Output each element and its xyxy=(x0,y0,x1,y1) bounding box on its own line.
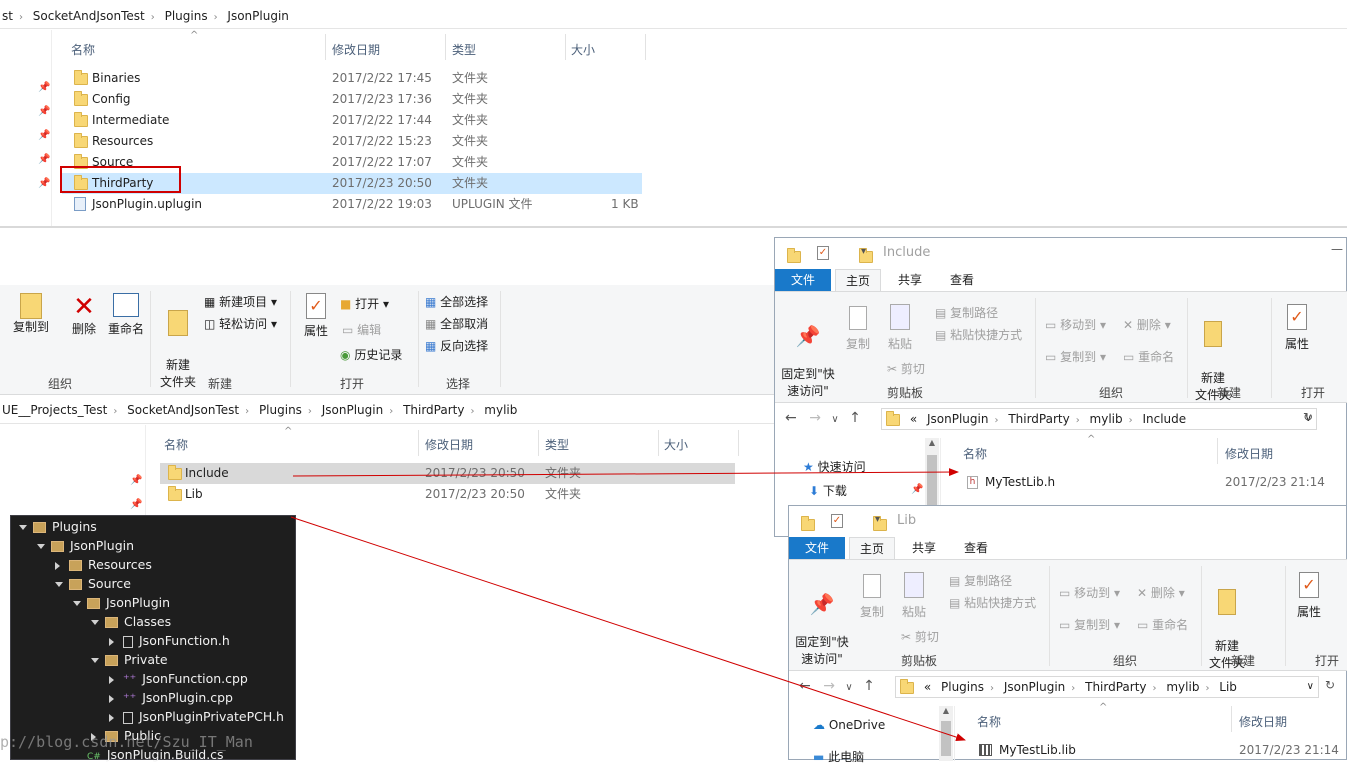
arrow-lib xyxy=(290,516,966,741)
arrow-include xyxy=(292,468,959,477)
annotation-arrows xyxy=(290,468,966,741)
watermark: p://blog.csdn.net/Szu_IT_Man xyxy=(0,733,253,751)
